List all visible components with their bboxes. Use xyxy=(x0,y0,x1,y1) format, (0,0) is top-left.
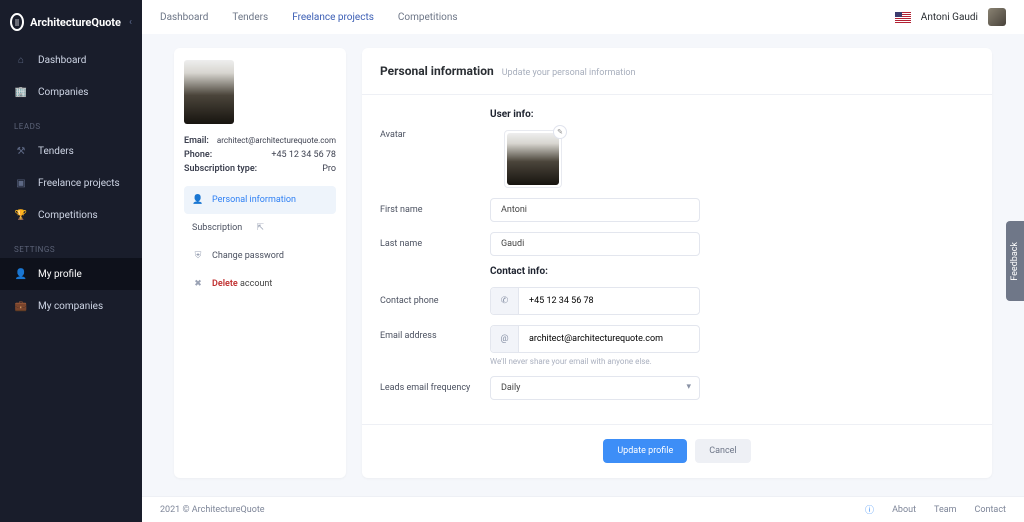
email-group: @ xyxy=(490,325,700,353)
hammer-icon: ⚒ xyxy=(14,144,28,158)
building-icon: 🏢 xyxy=(14,85,28,99)
sidebar-item-my-companies[interactable]: 💼 My companies xyxy=(0,290,142,322)
topbar: Dashboard Tenders Freelance projects Com… xyxy=(142,0,1024,34)
at-icon: @ xyxy=(491,326,519,352)
cancel-button[interactable]: Cancel xyxy=(695,439,750,463)
section-user-info: User info: xyxy=(490,109,974,120)
sidebar-item-competitions[interactable]: 🏆 Competitions xyxy=(0,199,142,231)
logo-text: ArchitectureQuote xyxy=(30,16,121,29)
main: Email:architect@architecturequote.com Ph… xyxy=(142,0,1024,496)
sidebar-item-freelance[interactable]: ▣ Freelance projects xyxy=(0,167,142,199)
sidebar-heading-settings: SETTINGS xyxy=(0,231,142,258)
sidebar-item-label: Competitions xyxy=(38,210,98,221)
square-icon: ▣ xyxy=(14,176,28,190)
user-icon: 👤 xyxy=(192,194,204,206)
kv-phone: Phone:+45 12 34 56 78 xyxy=(184,150,336,160)
sidebar-item-tenders[interactable]: ⚒ Tenders xyxy=(0,135,142,167)
home-icon: ⌂ xyxy=(14,53,28,67)
footer-left: 2021 © ArchitectureQuote xyxy=(160,505,265,515)
menu-label: Change password xyxy=(212,251,284,261)
logo-icon: || xyxy=(10,13,24,31)
external-link-icon: ⇱ xyxy=(254,222,266,234)
menu-change-password[interactable]: ⛨ Change password xyxy=(184,242,336,270)
label-last-name: Last name xyxy=(380,239,490,249)
flag-icon xyxy=(895,12,911,23)
contact-phone-input[interactable] xyxy=(519,290,699,312)
chevron-left-icon: ‹ xyxy=(129,17,132,28)
email-helper: We'll never share your email with anyone… xyxy=(490,357,700,366)
shield-icon: ⛨ xyxy=(192,250,204,262)
sidebar-heading-leads: LEADS xyxy=(0,108,142,135)
label-contact-phone: Contact phone xyxy=(380,296,490,306)
last-name-input[interactable] xyxy=(490,232,700,256)
footer-contact[interactable]: Contact xyxy=(975,505,1006,515)
sidebar-item-companies[interactable]: 🏢 Companies xyxy=(0,76,142,108)
top-user[interactable]: Antoni Gaudi xyxy=(895,8,1006,26)
personal-info-panel: Personal information Update your persona… xyxy=(362,48,992,478)
menu-personal-information[interactable]: 👤 Personal information xyxy=(184,186,336,214)
panel-body: User info: Avatar ✎ First name Last name… xyxy=(362,95,992,424)
briefcase-icon: 💼 xyxy=(14,299,28,313)
panel-head: Personal information Update your persona… xyxy=(362,48,992,95)
menu-delete-account[interactable]: ✖ Delete account xyxy=(184,270,336,298)
frequency-select[interactable]: Daily xyxy=(490,376,700,400)
footer-team[interactable]: Team xyxy=(934,505,957,515)
phone-icon: ✆ xyxy=(491,288,519,314)
sidebar-item-label: Tenders xyxy=(38,146,74,157)
menu-label: Personal information xyxy=(212,195,296,205)
sidebar-item-my-profile[interactable]: 👤 My profile xyxy=(0,258,142,290)
topnav-tenders[interactable]: Tenders xyxy=(232,12,268,23)
sidebar-item-label: My profile xyxy=(38,269,82,280)
kv-subscription: Subscription type:Pro xyxy=(184,164,336,174)
x-circle-icon: ✖ xyxy=(192,278,204,290)
profile-menu: 👤 Personal information Subscription ⇱ ⛨ … xyxy=(184,186,336,298)
trophy-icon: 🏆 xyxy=(14,208,28,222)
update-profile-button[interactable]: Update profile xyxy=(603,439,687,463)
avatar-preview: ✎ xyxy=(504,130,562,188)
topnav-freelance[interactable]: Freelance projects xyxy=(292,12,374,23)
logo[interactable]: || ArchitectureQuote ‹ xyxy=(0,0,142,44)
sidebar-item-label: My companies xyxy=(38,301,103,312)
menu-label: Delete account xyxy=(212,279,272,289)
help-icon[interactable]: ⓘ xyxy=(865,503,874,516)
label-avatar: Avatar xyxy=(380,130,490,140)
kv-email: Email:architect@architecturequote.com xyxy=(184,136,336,146)
avatar-image xyxy=(507,133,559,185)
label-first-name: First name xyxy=(380,205,490,215)
section-contact-info: Contact info: xyxy=(490,266,974,277)
panel-footer: Update profile Cancel xyxy=(362,424,992,477)
sidebar: || ArchitectureQuote ‹ ⌂ Dashboard 🏢 Com… xyxy=(0,0,142,522)
feedback-tab[interactable]: Feedback xyxy=(1006,221,1024,301)
top-nav: Dashboard Tenders Freelance projects Com… xyxy=(160,12,458,23)
panel-title: Personal information xyxy=(380,64,494,78)
topnav-competitions[interactable]: Competitions xyxy=(398,12,458,23)
sidebar-item-label: Dashboard xyxy=(38,55,86,66)
panel-subtitle: Update your personal information xyxy=(502,68,636,78)
topnav-dashboard[interactable]: Dashboard xyxy=(160,12,208,23)
avatar xyxy=(988,8,1006,26)
footer: 2021 © ArchitectureQuote ⓘ About Team Co… xyxy=(142,496,1024,522)
label-email: Email address xyxy=(380,325,490,341)
sidebar-item-dashboard[interactable]: ⌂ Dashboard xyxy=(0,44,142,76)
profile-card: Email:architect@architecturequote.com Ph… xyxy=(174,48,346,478)
edit-avatar-button[interactable]: ✎ xyxy=(553,125,567,139)
menu-label: Subscription xyxy=(192,223,242,233)
profile-image xyxy=(184,60,234,124)
label-frequency: Leads email frequency xyxy=(380,383,490,393)
first-name-input[interactable] xyxy=(490,198,700,222)
contact-phone-group: ✆ xyxy=(490,287,700,315)
sidebar-item-label: Companies xyxy=(38,87,88,98)
email-input[interactable] xyxy=(519,328,699,350)
user-name: Antoni Gaudi xyxy=(921,12,978,23)
menu-subscription[interactable]: Subscription ⇱ xyxy=(184,214,336,242)
footer-about[interactable]: About xyxy=(892,505,916,515)
user-icon: 👤 xyxy=(14,267,28,281)
sidebar-item-label: Freelance projects xyxy=(38,178,120,189)
